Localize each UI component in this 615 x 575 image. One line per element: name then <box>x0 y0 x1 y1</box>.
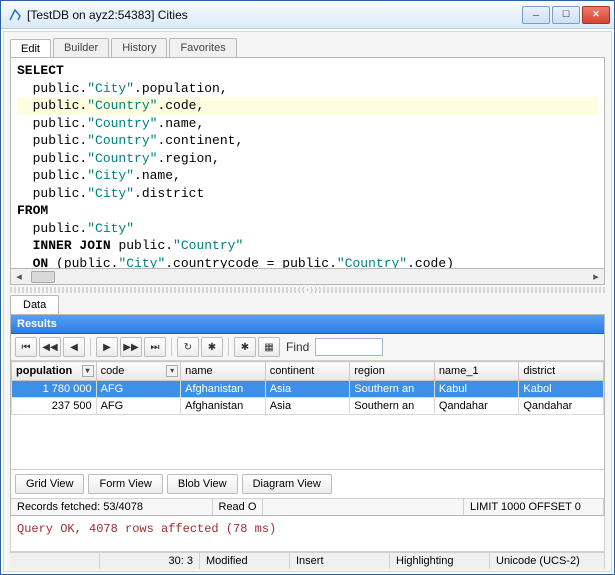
cell[interactable]: Kabul <box>434 381 519 398</box>
data-tab[interactable]: Data <box>10 295 59 314</box>
next-page-button[interactable]: ▶▶ <box>120 337 142 357</box>
cell[interactable]: Asia <box>265 398 350 415</box>
last-record-button[interactable]: ⏭ <box>144 337 166 357</box>
app-icon <box>7 7 23 23</box>
maximize-button[interactable]: ☐ <box>552 6 580 24</box>
minimize-button[interactable]: ─ <box>522 6 550 24</box>
window-title: [TestDB on ayz2:54383] Cities <box>27 8 522 22</box>
grid-view-button[interactable]: Grid View <box>15 474 84 494</box>
statusbar: 30: 3 Modified Insert Highlighting Unico… <box>10 552 605 569</box>
tab-edit[interactable]: Edit <box>10 39 51 58</box>
col-name[interactable]: name <box>181 362 266 381</box>
encoding-status: Unicode (UCS-2) <box>490 553 605 569</box>
blob-view-button[interactable]: Blob View <box>167 474 238 494</box>
titlebar: [TestDB on ayz2:54383] Cities ─ ☐ ✕ <box>1 1 614 29</box>
cell[interactable]: Qandahar <box>519 398 604 415</box>
records-status: Records fetched: 53/4078 <box>11 499 213 515</box>
prev-page-button[interactable]: ◀◀ <box>39 337 61 357</box>
col-region[interactable]: region <box>350 362 435 381</box>
col-continent[interactable]: continent <box>265 362 350 381</box>
col-population[interactable]: population▾ <box>12 362 97 381</box>
content-area: EditBuilderHistoryFavorites SELECT publi… <box>3 31 612 572</box>
limit-status: LIMIT 1000 OFFSET 0 <box>464 499 604 515</box>
read-status: Read O <box>213 499 263 515</box>
col-name_1[interactable]: name_1 <box>434 362 519 381</box>
insert-mode: Insert <box>290 553 390 569</box>
editor-tabstrip: EditBuilderHistoryFavorites <box>6 34 609 57</box>
grid-status-row: Records fetched: 53/4078 Read O LIMIT 10… <box>11 498 604 515</box>
splitter[interactable] <box>10 287 605 293</box>
results-toolbar: ⏮ ◀◀ ◀ ▶ ▶▶ ⏭ ↻ ✱ ✱ ▦ Find <box>11 334 604 361</box>
results-grid[interactable]: population▾code▾namecontinentregionname_… <box>11 361 604 469</box>
tab-builder[interactable]: Builder <box>53 38 109 57</box>
refresh-button[interactable]: ↻ <box>177 337 199 357</box>
output-console: Query OK, 4078 rows affected (78 ms) <box>10 516 605 552</box>
cell[interactable]: Afghanistan <box>181 398 266 415</box>
find-label: Find <box>286 340 309 354</box>
cell[interactable]: Southern an <box>350 398 435 415</box>
filter-button[interactable]: ▦ <box>258 337 280 357</box>
cell[interactable]: Asia <box>265 381 350 398</box>
sql-editor[interactable]: SELECT public."City".population, public.… <box>10 57 605 269</box>
col-dropdown-icon[interactable]: ▾ <box>166 365 178 377</box>
cell[interactable]: Qandahar <box>434 398 519 415</box>
find-input[interactable] <box>315 338 383 356</box>
col-district[interactable]: district <box>519 362 604 381</box>
cursor-pos: 30: 3 <box>100 553 200 569</box>
modified-status: Modified <box>200 553 290 569</box>
app-window: [TestDB on ayz2:54383] Cities ─ ☐ ✕ Edit… <box>0 0 615 575</box>
close-button[interactable]: ✕ <box>582 6 610 24</box>
editor-hscrollbar[interactable]: ◂▸ <box>10 269 605 285</box>
table-row[interactable]: 237 500AFGAfghanistanAsiaSouthern anQand… <box>12 398 604 415</box>
cell[interactable]: Southern an <box>350 381 435 398</box>
prev-record-button[interactable]: ◀ <box>63 337 85 357</box>
data-panel: Data Results ⏮ ◀◀ ◀ ▶ ▶▶ ⏭ ↻ ✱ ✱ ▦ <box>10 295 605 516</box>
highlight-button[interactable]: ✱ <box>234 337 256 357</box>
view-buttons: Grid ViewForm ViewBlob ViewDiagram View <box>11 469 604 498</box>
highlighting-status: Highlighting <box>390 553 490 569</box>
play-button[interactable]: ▶ <box>96 337 118 357</box>
cell[interactable]: Afghanistan <box>181 381 266 398</box>
cell[interactable]: 1 780 000 <box>12 381 97 398</box>
cell[interactable]: AFG <box>96 381 181 398</box>
table-row[interactable]: 1 780 000AFGAfghanistanAsiaSouthern anKa… <box>12 381 604 398</box>
tab-history[interactable]: History <box>111 38 167 57</box>
cell[interactable]: AFG <box>96 398 181 415</box>
col-code[interactable]: code▾ <box>96 362 181 381</box>
tab-favorites[interactable]: Favorites <box>169 38 236 57</box>
cell[interactable]: Kabol <box>519 381 604 398</box>
add-button[interactable]: ✱ <box>201 337 223 357</box>
col-dropdown-icon[interactable]: ▾ <box>82 365 94 377</box>
diagram-view-button[interactable]: Diagram View <box>242 474 332 494</box>
cell[interactable]: 237 500 <box>12 398 97 415</box>
first-record-button[interactable]: ⏮ <box>15 337 37 357</box>
form-view-button[interactable]: Form View <box>88 474 162 494</box>
results-header: Results <box>11 315 604 334</box>
